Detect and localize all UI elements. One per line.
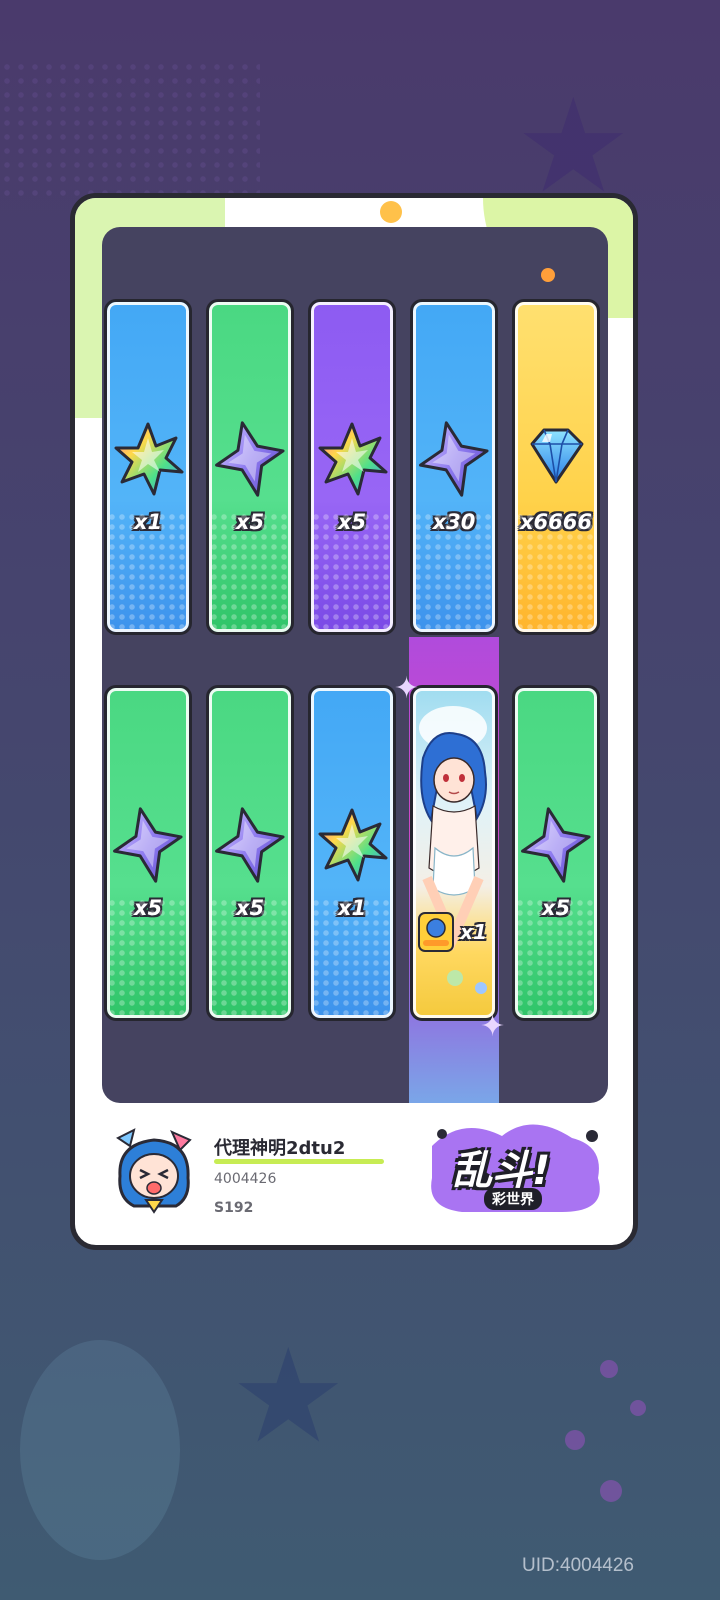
- reward-quantity: x5: [235, 896, 265, 920]
- background-star-icon: ★: [230, 1320, 347, 1472]
- reward-quantity: x5: [133, 896, 163, 920]
- reward-quantity: x30: [432, 510, 476, 534]
- reward-slot[interactable]: x6666: [512, 299, 600, 635]
- reward-slot[interactable]: x1: [104, 299, 192, 635]
- uid-label: UID:4004426: [522, 1555, 634, 1576]
- reward-quantity: x6666: [520, 510, 592, 534]
- reward-slot[interactable]: x5: [206, 685, 294, 1021]
- reward-share-card: x1 x5 x5 x30 x6666 x5 x5 x1 x1 x5 ✦ ✦ 代理…: [70, 193, 638, 1250]
- reward-quantity: x5: [337, 510, 367, 534]
- rainbow-star-shard-icon: [311, 806, 393, 890]
- server-label: S192: [214, 1200, 254, 1216]
- player-info-footer: 代理神明2dtu2 4004426 S192 乱斗! 彩世界: [102, 1116, 612, 1236]
- player-name: 代理神明2dtu2: [214, 1138, 346, 1159]
- reward-slot[interactable]: x1: [308, 685, 396, 1021]
- background-dot: [630, 1400, 646, 1416]
- reward-grid: x1 x5 x5 x30 x6666 x5 x5 x1 x1 x5 ✦ ✦: [102, 227, 608, 1103]
- reward-quantity: x5: [541, 896, 571, 920]
- reward-slot[interactable]: x30: [410, 299, 498, 635]
- reward-slot[interactable]: x5: [206, 299, 294, 635]
- character-reward-card[interactable]: x1: [410, 685, 498, 1021]
- orange-dot: [380, 201, 402, 223]
- player-avatar[interactable]: [110, 1126, 200, 1216]
- reward-quantity: x1: [460, 920, 487, 944]
- background-dot: [565, 1430, 585, 1450]
- game-logo: 乱斗! 彩世界: [422, 1116, 612, 1226]
- reward-quantity: x1: [133, 510, 163, 534]
- purple-star-shard-icon: [413, 420, 495, 504]
- background-halftone: [0, 60, 260, 200]
- rainbow-star-shard-icon: [107, 420, 189, 504]
- background-splat: [20, 1340, 180, 1560]
- character-portrait: [418, 706, 487, 994]
- reward-slot[interactable]: x5: [104, 685, 192, 1021]
- reward-quantity: x5: [235, 510, 265, 534]
- background-dot: [600, 1360, 618, 1378]
- purple-star-shard-icon: [209, 806, 291, 890]
- reward-quantity: x1: [337, 896, 367, 920]
- rainbow-star-shard-icon: [311, 420, 393, 504]
- name-underline: [214, 1159, 384, 1164]
- purple-star-shard-icon: [107, 806, 189, 890]
- logo-subtitle: 彩世界: [484, 1188, 542, 1210]
- player-id: 4004426: [214, 1171, 277, 1187]
- reward-slot[interactable]: x5: [512, 685, 600, 1021]
- background-dot: [600, 1480, 622, 1502]
- purple-star-shard-icon: [515, 806, 597, 890]
- reward-slot[interactable]: x5: [308, 299, 396, 635]
- blue-diamond-icon: [515, 420, 597, 504]
- purple-star-shard-icon: [209, 420, 291, 504]
